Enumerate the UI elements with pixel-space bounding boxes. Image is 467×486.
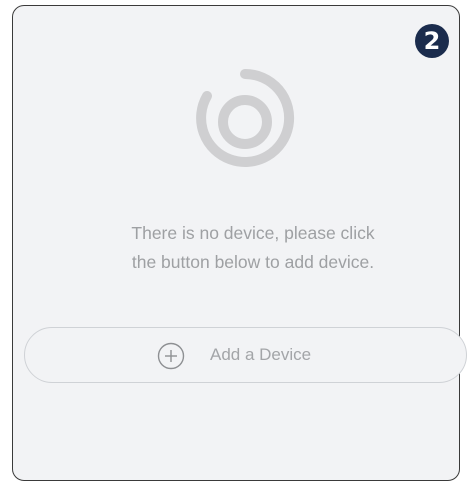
step-number-badge: 2 [415, 24, 449, 58]
device-ring-icon [196, 69, 295, 167]
empty-state-line-2: the button below to add device. [131, 252, 375, 272]
empty-state-line-1: There is no device, please click [131, 223, 375, 243]
add-device-button[interactable]: Add a Device [24, 327, 467, 383]
plus-circle-icon [157, 342, 185, 370]
empty-state-message: There is no device, please click the but… [40, 219, 466, 277]
add-device-label: Add a Device [210, 345, 312, 364]
